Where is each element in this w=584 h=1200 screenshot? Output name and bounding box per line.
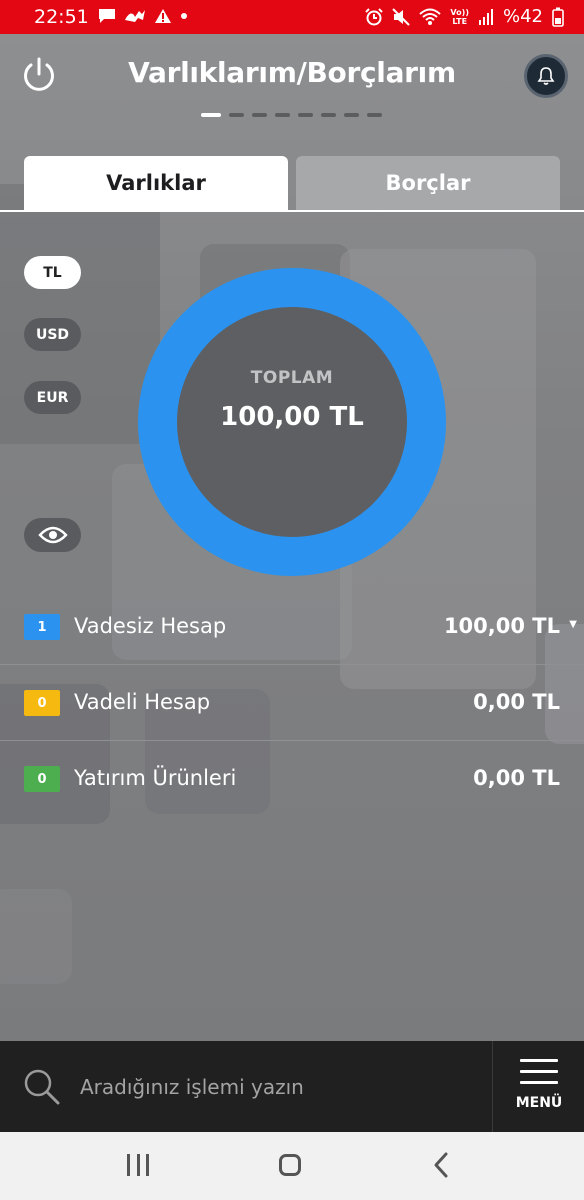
- account-amount: 0,00 TL: [473, 690, 560, 714]
- page-dot: [321, 113, 336, 117]
- chevron-down-icon: ▼: [569, 619, 577, 630]
- recent-apps-icon[interactable]: [127, 1154, 149, 1176]
- main-area: Varlıklarım/Borçlarım Varlıklar Borçlar …: [0, 34, 584, 1041]
- menu-button[interactable]: MENÜ: [492, 1041, 584, 1132]
- page-indicator: [201, 113, 382, 117]
- volte-icon: Vo)) LTE: [450, 7, 469, 26]
- account-row-yatirim[interactable]: 0 Yatırım Ürünleri 0,00 TL: [0, 741, 584, 817]
- animal-icon: [125, 10, 145, 22]
- account-count-badge: 1: [24, 614, 60, 640]
- visibility-toggle-button[interactable]: [24, 518, 81, 552]
- currency-usd-button[interactable]: USD: [24, 318, 81, 351]
- tab-borclar[interactable]: Borçlar: [296, 156, 560, 210]
- background-decoration: [0, 184, 160, 444]
- page-dot: [367, 113, 382, 117]
- account-count-badge: 0: [24, 690, 60, 716]
- status-time: 22:51: [34, 6, 89, 28]
- signal-icon: [478, 8, 493, 25]
- back-icon[interactable]: [430, 1150, 454, 1180]
- message-icon: [99, 9, 115, 23]
- alarm-icon: [365, 7, 384, 25]
- battery-percent: %42: [502, 6, 543, 27]
- page-dot: [252, 113, 267, 117]
- system-nav-bar: [0, 1132, 584, 1200]
- account-row-vadesiz[interactable]: 1 Vadesiz Hesap 100,00 TL ▼: [0, 589, 584, 665]
- search-input[interactable]: [80, 1071, 480, 1103]
- tab-varliklar[interactable]: Varlıklar: [24, 156, 288, 210]
- mute-icon: [392, 7, 411, 26]
- status-bar: 22:51 Vo)) LTE %42: [0, 0, 584, 34]
- account-name: Vadesiz Hesap: [74, 614, 227, 638]
- currency-tl-button[interactable]: TL: [24, 256, 81, 289]
- account-count-badge: 0: [24, 766, 60, 792]
- account-name: Yatırım Ürünleri: [74, 766, 237, 790]
- currency-eur-button[interactable]: EUR: [24, 381, 81, 414]
- dot-icon: [181, 13, 187, 19]
- page-title: Varlıklarım/Borçlarım: [128, 56, 456, 89]
- search-icon: [24, 1069, 60, 1105]
- eye-icon: [37, 526, 68, 544]
- page-dot: [229, 113, 244, 117]
- page-dot-active: [201, 113, 221, 117]
- warning-icon: [155, 9, 171, 23]
- home-icon[interactable]: [279, 1154, 301, 1176]
- notifications-button[interactable]: [524, 54, 568, 98]
- battery-icon: [552, 7, 564, 27]
- page-dot: [275, 113, 290, 117]
- account-name: Vadeli Hesap: [74, 690, 211, 714]
- page-dot: [344, 113, 359, 117]
- total-value: 100,00 TL: [220, 402, 364, 432]
- total-label: TOPLAM: [250, 368, 334, 388]
- tab-underline: [0, 210, 584, 212]
- account-row-vadeli[interactable]: 0 Vadeli Hesap 0,00 TL: [0, 665, 584, 741]
- background-decoration: [0, 889, 72, 984]
- hamburger-icon: [520, 1059, 558, 1092]
- page-dot: [298, 113, 313, 117]
- bell-icon: [537, 67, 555, 85]
- account-amount: 0,00 TL: [473, 766, 560, 790]
- search-bar: MENÜ: [0, 1041, 584, 1132]
- account-amount: 100,00 TL: [443, 614, 560, 638]
- wifi-icon: [419, 8, 442, 25]
- menu-label: MENÜ: [515, 1095, 563, 1111]
